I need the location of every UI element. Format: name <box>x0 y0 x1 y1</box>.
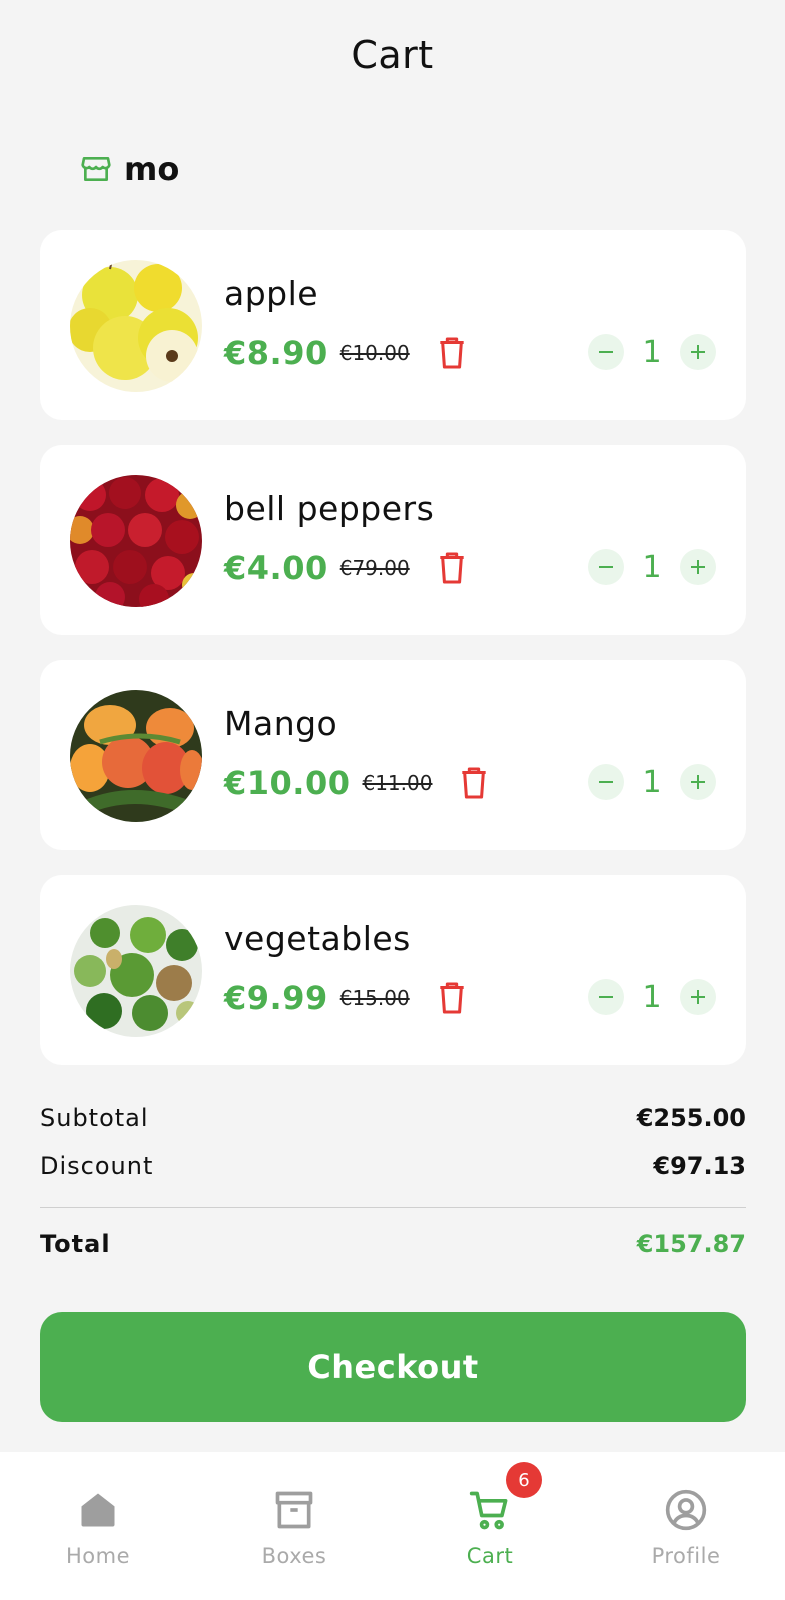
quantity-stepper: 1 <box>588 979 716 1015</box>
product-image-vegetables <box>70 905 202 1037</box>
product-image-apple <box>70 260 202 392</box>
price-row: €9.99 €15.00 <box>224 979 466 1017</box>
tab-boxes[interactable]: Boxes <box>196 1452 392 1600</box>
decrement-button[interactable] <box>588 549 624 585</box>
store-name: mo <box>124 150 180 188</box>
item-name: vegetables <box>224 919 411 958</box>
cart-item: vegetables €9.99 €15.00 1 <box>40 875 746 1065</box>
total-label: Total <box>40 1230 111 1258</box>
increment-button[interactable] <box>680 764 716 800</box>
trash-icon[interactable] <box>438 336 466 370</box>
item-old-price: €15.00 <box>339 986 410 1010</box>
discount-label: Discount <box>40 1152 154 1180</box>
increment-button[interactable] <box>680 549 716 585</box>
decrement-button[interactable] <box>588 764 624 800</box>
cart-icon: 6 <box>468 1462 542 1532</box>
minus-icon <box>599 996 613 998</box>
cart-item: bell peppers €4.00 €79.00 1 <box>40 445 746 635</box>
item-quantity: 1 <box>642 764 662 800</box>
plus-icon <box>691 990 705 1004</box>
tab-label: Boxes <box>261 1544 327 1568</box>
item-price: €4.00 <box>224 549 328 587</box>
price-row: €10.00 €11.00 <box>224 764 488 802</box>
plus-icon <box>691 775 705 789</box>
increment-button[interactable] <box>680 334 716 370</box>
discount-row: Discount €97.13 <box>40 1152 746 1180</box>
quantity-stepper: 1 <box>588 764 716 800</box>
decrement-button[interactable] <box>588 979 624 1015</box>
subtotal-row: Subtotal €255.00 <box>40 1104 746 1132</box>
item-price: €8.90 <box>224 334 328 372</box>
item-quantity: 1 <box>642 334 662 370</box>
page-title: Cart <box>351 33 434 77</box>
item-price: €9.99 <box>224 979 328 1017</box>
quantity-stepper: 1 <box>588 549 716 585</box>
subtotal-value: €255.00 <box>636 1104 746 1132</box>
subtotal-label: Subtotal <box>40 1104 149 1132</box>
app-header: Cart <box>0 0 785 110</box>
trash-icon[interactable] <box>438 981 466 1015</box>
tab-label: Home <box>65 1544 130 1568</box>
tab-cart[interactable]: 6 Cart <box>392 1452 588 1600</box>
store-header: mo <box>80 150 179 188</box>
summary-divider <box>40 1207 746 1208</box>
cart-count-badge: 6 <box>506 1462 542 1498</box>
storefront-icon <box>81 157 111 181</box>
item-name: bell peppers <box>224 489 435 528</box>
trash-icon[interactable] <box>460 766 488 800</box>
bottom-tab-bar: Home Boxes 6 Cart Profile <box>0 1452 785 1600</box>
item-quantity: 1 <box>642 549 662 585</box>
total-value: €157.87 <box>636 1230 746 1258</box>
item-old-price: €79.00 <box>339 556 410 580</box>
tab-profile[interactable]: Profile <box>588 1452 784 1600</box>
item-price: €10.00 <box>224 764 351 802</box>
item-quantity: 1 <box>642 979 662 1015</box>
tab-label: Cart <box>466 1544 514 1568</box>
plus-icon <box>691 345 705 359</box>
discount-value: €97.13 <box>653 1152 746 1180</box>
home-icon <box>76 1488 120 1532</box>
minus-icon <box>599 351 613 353</box>
plus-icon <box>691 560 705 574</box>
item-old-price: €10.00 <box>339 341 410 365</box>
trash-icon[interactable] <box>438 551 466 585</box>
cart-item: Mango €10.00 €11.00 1 <box>40 660 746 850</box>
quantity-stepper: 1 <box>588 334 716 370</box>
product-image-mango <box>70 690 202 822</box>
item-old-price: €11.00 <box>362 771 433 795</box>
price-row: €8.90 €10.00 <box>224 334 466 372</box>
price-row: €4.00 €79.00 <box>224 549 466 587</box>
cart-item: apple €8.90 €10.00 1 <box>40 230 746 420</box>
product-image-bell-peppers <box>70 475 202 607</box>
item-name: Mango <box>224 704 338 743</box>
increment-button[interactable] <box>680 979 716 1015</box>
tab-home[interactable]: Home <box>0 1452 196 1600</box>
cart-item-list[interactable]: apple €8.90 €10.00 1 bell peppers €4.00 … <box>40 230 746 1068</box>
user-circle-icon <box>664 1488 708 1532</box>
decrement-button[interactable] <box>588 334 624 370</box>
archive-box-icon <box>272 1488 316 1532</box>
minus-icon <box>599 566 613 568</box>
minus-icon <box>599 781 613 783</box>
total-row: Total €157.87 <box>40 1230 746 1258</box>
checkout-button[interactable]: Checkout <box>40 1312 746 1422</box>
item-name: apple <box>224 274 319 313</box>
tab-label: Profile <box>651 1544 721 1568</box>
